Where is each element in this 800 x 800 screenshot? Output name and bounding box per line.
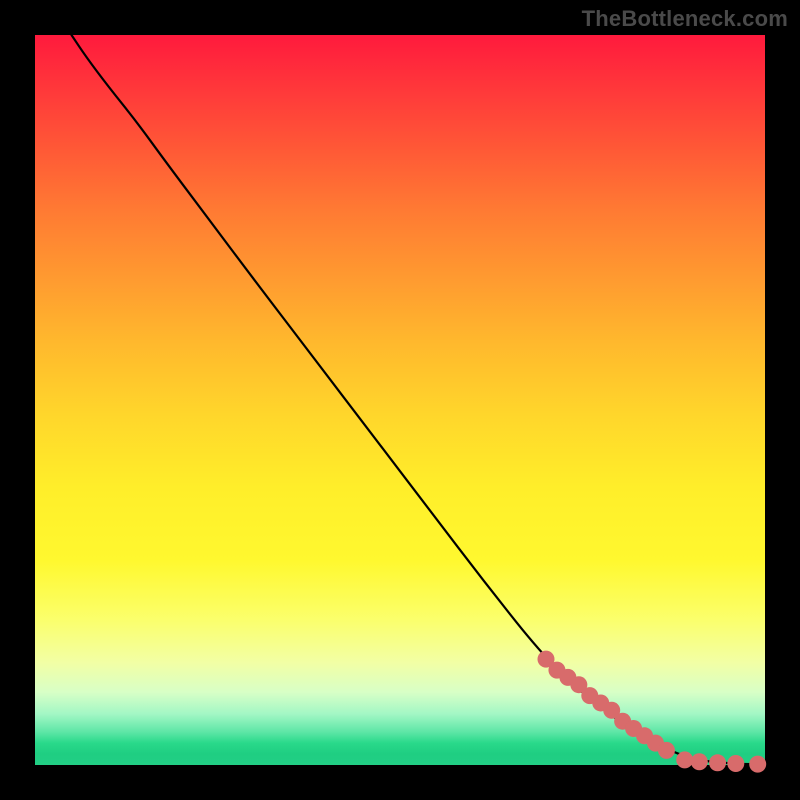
chart-svg (35, 35, 765, 765)
marker-point (709, 754, 726, 771)
chart-frame: TheBottleneck.com (0, 0, 800, 800)
watermark-text: TheBottleneck.com (582, 6, 788, 32)
highlight-markers (538, 651, 767, 773)
marker-point (691, 753, 708, 770)
main-curve (72, 35, 758, 764)
marker-point (727, 755, 744, 772)
marker-point (676, 751, 693, 768)
plot-area (35, 35, 765, 765)
marker-point (658, 742, 675, 759)
marker-point (749, 756, 766, 773)
